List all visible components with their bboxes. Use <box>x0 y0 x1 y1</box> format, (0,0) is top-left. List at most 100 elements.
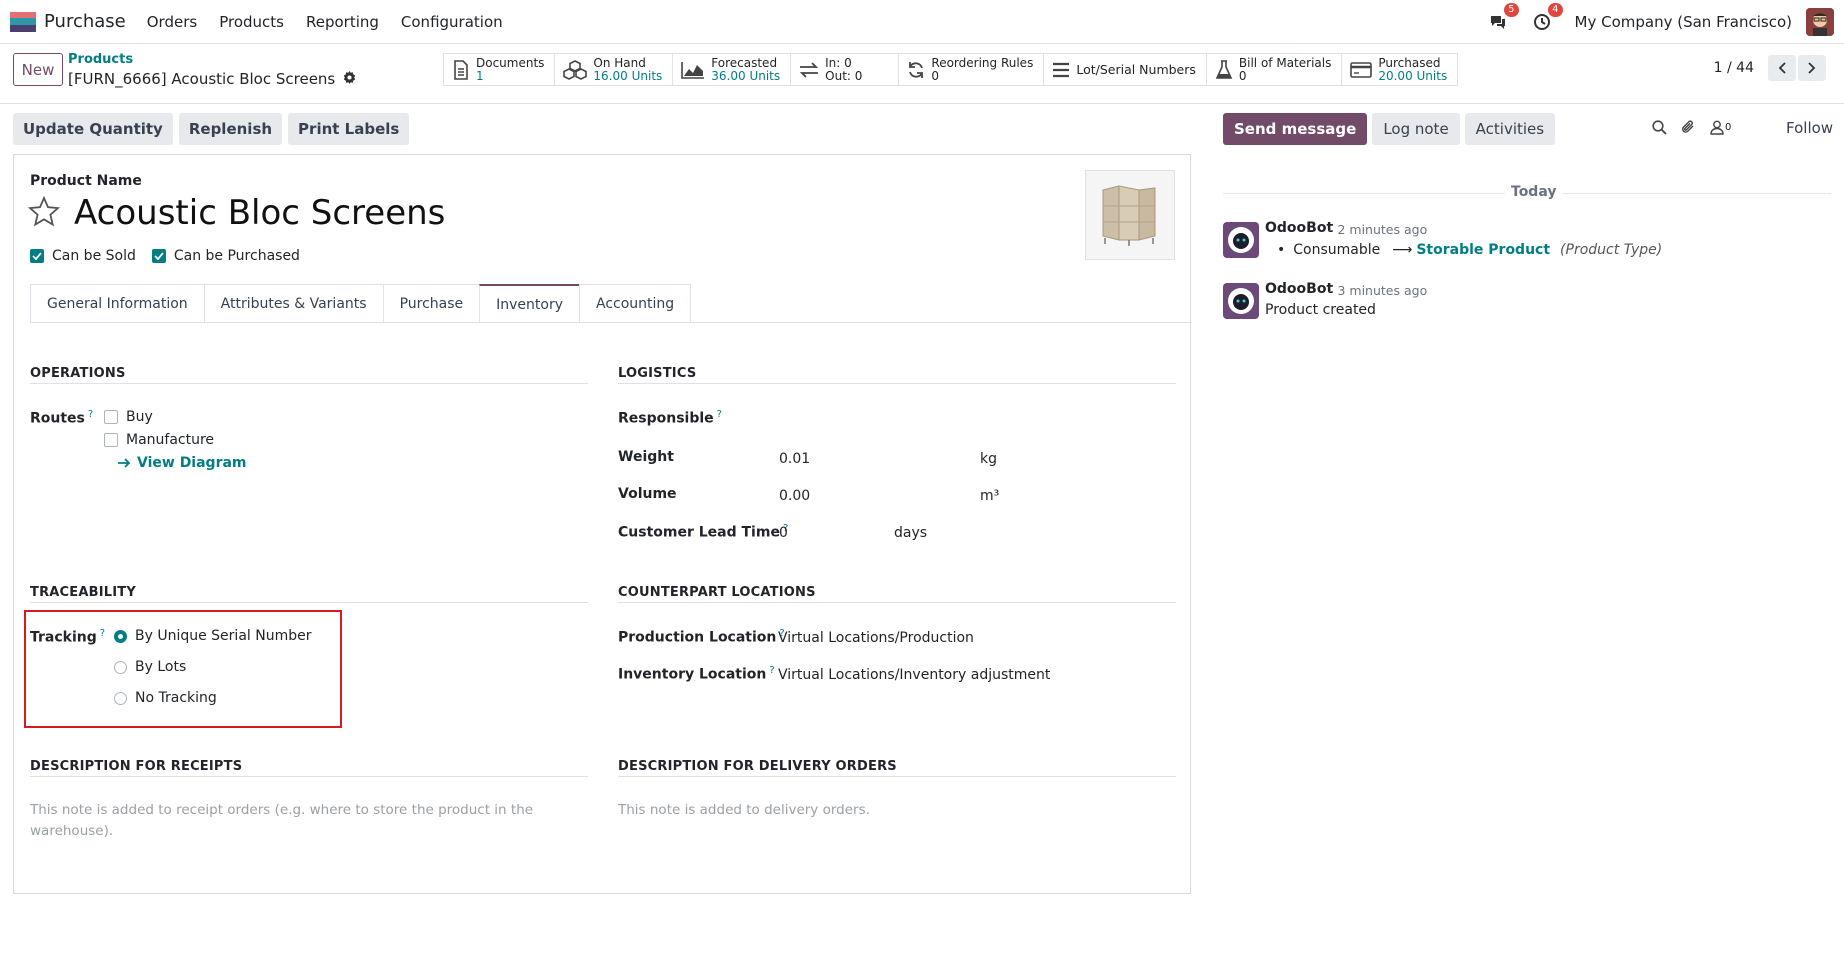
tab-general-information[interactable]: General Information <box>30 284 205 323</box>
tracking-none-radio[interactable] <box>114 691 127 705</box>
customer-lead-time-field[interactable]: 0 <box>779 525 788 541</box>
tracking-serial-radio[interactable] <box>114 629 127 643</box>
view-diagram-link[interactable]: View Diagram <box>117 455 247 471</box>
activities-icon[interactable]: 4 <box>1531 3 1563 33</box>
product-image[interactable] <box>1085 170 1175 260</box>
can-be-purchased-checkbox[interactable] <box>151 249 166 263</box>
exchange-icon <box>799 61 819 78</box>
route-buy-label: Buy <box>126 409 153 425</box>
chevron-right-icon <box>1808 62 1816 74</box>
search-icon[interactable] <box>1652 119 1667 135</box>
customer-lead-time-label: Customer Lead Time? <box>618 523 788 541</box>
menu-products[interactable]: Products <box>219 13 284 31</box>
in-out-button[interactable]: In: 0 Out: 0 <box>791 54 900 85</box>
tracking-new-value: Storable Product <box>1416 242 1551 258</box>
product-name-field[interactable]: Acoustic Bloc Screens <box>74 193 445 233</box>
messages-icon[interactable]: 5 <box>1487 3 1519 33</box>
bars-icon <box>1053 62 1070 77</box>
tracking-lots-radio[interactable] <box>114 660 127 674</box>
pager-previous-button[interactable] <box>1768 55 1796 81</box>
menu-configuration[interactable]: Configuration <box>401 13 503 31</box>
receipts-description-field[interactable]: This note is added to receipt orders (e.… <box>30 800 550 842</box>
breadcrumb-products[interactable]: Products <box>68 52 133 67</box>
can-be-sold[interactable]: Can be Sold <box>30 248 136 264</box>
on-hand-value: 16.00 Units <box>593 68 663 83</box>
gear-icon[interactable] <box>343 70 356 88</box>
route-manufacture[interactable]: Manufacture <box>104 432 214 448</box>
on-hand-button[interactable]: On Hand 16.00 Units <box>555 54 674 85</box>
record-title: [FURN_6666] Acoustic Bloc Screens <box>68 70 356 88</box>
activities-button[interactable]: Activities <box>1464 113 1556 145</box>
tracking-serial-option[interactable]: By Unique Serial Number <box>114 628 311 644</box>
action-bar: Update Quantity Replenish Print Labels <box>13 113 415 145</box>
star-icon[interactable] <box>27 195 61 231</box>
bom-value: 0 <box>1238 68 1247 83</box>
routes-label: Routes? <box>30 409 93 427</box>
followers-count: 0 <box>1725 121 1732 133</box>
tab-purchase[interactable]: Purchase <box>382 284 481 323</box>
route-buy[interactable]: Buy <box>104 409 153 425</box>
pager-next-button[interactable] <box>1798 55 1826 81</box>
routes-help[interactable]: ? <box>88 409 93 420</box>
traceability-rule <box>30 602 588 603</box>
title-row: Acoustic Bloc Screens <box>27 193 445 233</box>
send-message-button[interactable]: Send message <box>1223 113 1368 145</box>
pager-value[interactable]: 1 / 44 <box>1714 60 1754 76</box>
activities-badge: 4 <box>1548 3 1563 17</box>
purchased-label: Purchased <box>1378 55 1441 70</box>
replenish-button[interactable]: Replenish <box>178 113 283 145</box>
tab-inventory[interactable]: Inventory <box>479 284 581 323</box>
route-buy-checkbox[interactable] <box>104 410 118 424</box>
form-sheet: Product Name Acoustic Bloc Screens Can b… <box>13 154 1192 894</box>
production-location-field[interactable]: Virtual Locations/Production <box>778 630 974 646</box>
odoobot-avatar[interactable] <box>1223 283 1259 319</box>
pager: 1 / 44 <box>1714 55 1826 81</box>
print-labels-button[interactable]: Print Labels <box>288 113 410 145</box>
update-quantity-button[interactable]: Update Quantity <box>13 113 173 145</box>
menu-orders[interactable]: Orders <box>147 13 197 31</box>
followers-icon[interactable]: 0 <box>1710 120 1731 135</box>
receipts-placeholder-line-2: warehouse). <box>30 823 114 839</box>
follow-button[interactable]: Follow <box>1786 119 1833 137</box>
forecasted-label: Forecasted <box>711 55 778 70</box>
lot-serial-button[interactable]: Lot/Serial Numbers <box>1044 54 1207 85</box>
operations-title: OPERATIONS <box>30 366 126 381</box>
tracking-lots-option[interactable]: By Lots <box>114 659 186 675</box>
inventory-location-field[interactable]: Virtual Locations/Inventory adjustment <box>778 667 1050 683</box>
weight-field[interactable]: 0.01 <box>779 451 810 467</box>
message-author[interactable]: OdooBot <box>1265 220 1333 236</box>
can-be-sold-checkbox[interactable] <box>30 249 44 263</box>
tracking-field-name: (Product Type) <box>1560 242 1663 258</box>
responsible-help[interactable]: ? <box>717 409 722 420</box>
app-name[interactable]: Purchase <box>44 11 126 32</box>
tracking-help[interactable]: ? <box>100 628 105 639</box>
credit-card-icon <box>1350 61 1373 78</box>
new-button[interactable]: New <box>13 53 63 86</box>
tab-accounting[interactable]: Accounting <box>579 284 692 323</box>
lead-label-text: Customer Lead Time <box>618 524 780 541</box>
app-menu-icon[interactable] <box>10 11 36 32</box>
log-note-button[interactable]: Log note <box>1372 113 1460 145</box>
menu-reporting[interactable]: Reporting <box>306 13 379 31</box>
purchased-button[interactable]: Purchased 20.00 Units <box>1342 54 1457 85</box>
responsible-label: Responsible? <box>618 409 722 427</box>
refresh-icon <box>909 61 924 78</box>
user-avatar[interactable] <box>1806 8 1834 36</box>
paperclip-icon[interactable] <box>1681 119 1696 135</box>
production-label-text: Production Location <box>618 629 777 646</box>
company-switcher[interactable]: My Company (San Francisco) <box>1575 13 1792 31</box>
forecasted-button[interactable]: Forecasted 36.00 Units <box>673 54 792 85</box>
bill-of-materials-button[interactable]: Bill of Materials 0 <box>1207 54 1343 85</box>
reordering-rules-button[interactable]: Reordering Rules 0 <box>899 54 1045 85</box>
route-manufacture-checkbox[interactable] <box>104 433 118 447</box>
delivery-description-field[interactable]: This note is added to delivery orders. <box>618 800 870 821</box>
message-author[interactable]: OdooBot <box>1265 281 1333 297</box>
inventory-help[interactable]: ? <box>769 665 774 676</box>
can-be-purchased[interactable]: Can be Purchased <box>151 248 300 264</box>
volume-label: Volume <box>618 486 677 502</box>
tab-attributes-variants[interactable]: Attributes & Variants <box>203 284 384 323</box>
odoobot-avatar[interactable] <box>1223 222 1259 258</box>
tracking-none-option[interactable]: No Tracking <box>114 690 217 706</box>
volume-field[interactable]: 0.00 <box>779 488 810 504</box>
documents-button[interactable]: Documents 1 <box>444 54 556 85</box>
